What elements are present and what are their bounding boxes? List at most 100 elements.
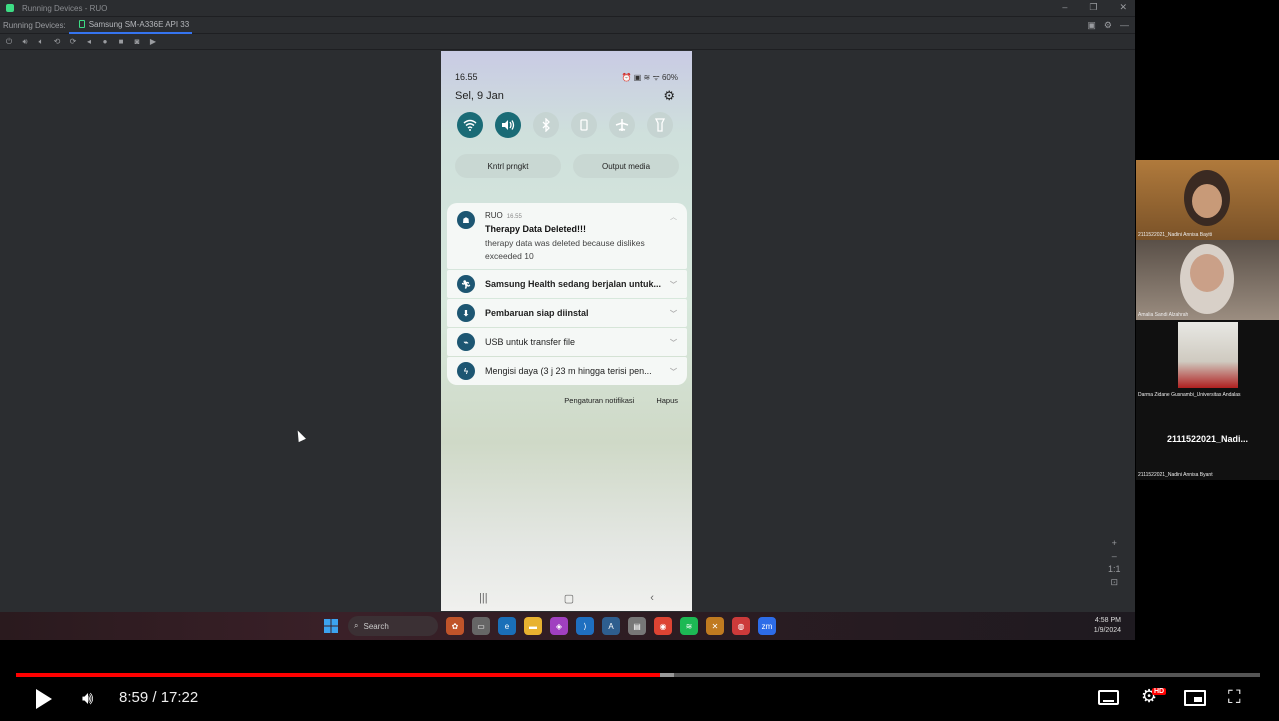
taskbar-search[interactable]: ⌕ Search: [348, 616, 438, 636]
zoom-icon[interactable]: zm: [758, 617, 776, 635]
back-icon[interactable]: ‹: [650, 592, 654, 605]
exit-fullscreen-icon[interactable]: ⛶: [1228, 687, 1241, 708]
store-icon[interactable]: ▤: [628, 617, 646, 635]
participant-tile[interactable]: 2111522021_Nadini Annisa Bayiti: [1136, 160, 1279, 240]
overview-icon[interactable]: ■: [116, 37, 126, 46]
record-icon[interactable]: ▶: [148, 37, 158, 46]
window-controls: – ❐ ✕: [1062, 2, 1127, 13]
flashlight-icon[interactable]: [647, 112, 673, 138]
expand-icon[interactable]: ﹀: [670, 338, 677, 348]
clock-date: 1/9/2024: [1093, 627, 1121, 634]
xampp-icon[interactable]: ✕: [706, 617, 724, 635]
hd-badge: HD: [1152, 688, 1167, 695]
player-controls: 🔊︎ 8:59 / 17:22 ⚙ HD ⛶: [0, 684, 1279, 714]
emulator-toolbar: ⏻ 🔊︎ 🔈︎ ⟲ ⟳ ◂ ● ■ ◙ ▶: [0, 34, 1135, 50]
vscode-icon[interactable]: ⟩: [576, 617, 594, 635]
clock-time: 4:58 PM: [1094, 617, 1121, 624]
file-explorer-icon[interactable]: ▬: [524, 617, 542, 635]
search-icon: ⌕: [354, 621, 359, 630]
volume-down-icon[interactable]: 🔈︎: [36, 37, 46, 47]
device-control-button[interactable]: Kntrl prngkt: [455, 154, 561, 178]
rotate-left-icon[interactable]: ⟲: [52, 37, 62, 46]
zoom-controls: + – 1:1 ⊡: [1108, 538, 1121, 588]
gear-icon[interactable]: ⚙: [1104, 20, 1112, 31]
miniplayer-button[interactable]: [1184, 690, 1206, 706]
play-button[interactable]: [36, 689, 52, 709]
android-studio-taskbar-icon[interactable]: A: [602, 617, 620, 635]
notification-text: Mengisi daya (3 j 23 m hingga terisi pen…: [485, 366, 652, 376]
rotate-right-icon[interactable]: ⟳: [68, 37, 78, 46]
participant-tile[interactable]: Darma Zidane Gusnambi_Universitas Andala…: [1136, 320, 1279, 400]
notification-charging[interactable]: ϟ Mengisi daya (3 j 23 m hingga terisi p…: [447, 357, 687, 385]
layout-icon[interactable]: ▣: [1087, 20, 1096, 31]
status-time: 16.55: [455, 72, 478, 82]
edge-icon[interactable]: e: [498, 617, 516, 635]
app-icon[interactable]: ◈: [550, 617, 568, 635]
progress-bar[interactable]: [16, 673, 1260, 677]
home-icon[interactable]: ●: [100, 37, 110, 46]
restore-icon[interactable]: ❐: [1089, 2, 1097, 13]
zoom-ratio[interactable]: 1:1: [1108, 564, 1121, 574]
screenshot-icon[interactable]: ◙: [132, 37, 142, 46]
participant-tile[interactable]: Amalia Sandi Alzahrah: [1136, 240, 1279, 320]
task-view-icon[interactable]: ▭: [472, 617, 490, 635]
home-icon[interactable]: ▢: [564, 592, 574, 605]
zoom-in-icon[interactable]: +: [1112, 538, 1117, 548]
quick-settings: [457, 112, 673, 138]
notification-actions: Pengaturan notifikasi Hapus: [564, 396, 678, 405]
clear-button[interactable]: Hapus: [656, 396, 678, 405]
notification-settings-button[interactable]: Pengaturan notifikasi: [564, 396, 634, 405]
notification-text: USB untuk transfer file: [485, 337, 576, 347]
participant-panel: 2111522021_Nadini Annisa Bayiti Amalia S…: [1136, 160, 1279, 480]
taskbar-clock[interactable]: 4:58 PM 1/9/2024: [1094, 616, 1121, 636]
rotate-icon[interactable]: [571, 112, 597, 138]
participant-name: Darma Zidane Gusnambi_Universitas Andala…: [1138, 392, 1241, 398]
chrome-icon[interactable]: ◉: [654, 617, 672, 635]
notification-ruo[interactable]: ☗ ︿ RUO 16.55 Therapy Data Deleted!!! the…: [447, 203, 687, 269]
notification-text: Samsung Health sedang berjalan untuk...: [485, 279, 662, 289]
subtitles-button[interactable]: [1098, 690, 1119, 705]
hide-icon[interactable]: —: [1120, 20, 1129, 31]
running-devices-label: Running Devices:: [0, 17, 69, 34]
volume-up-icon[interactable]: 🔊︎: [20, 37, 30, 47]
notification-app-name: RUO: [485, 211, 503, 220]
collapse-icon[interactable]: ︿: [670, 212, 677, 222]
charging-icon: ϟ: [457, 362, 475, 380]
status-icons: ⏰ ▣ ≋ ᯤ 60%: [621, 73, 678, 82]
wifi-icon[interactable]: [457, 112, 483, 138]
chrome-profile-icon[interactable]: ◍: [732, 617, 750, 635]
windows-start-icon[interactable]: [322, 617, 340, 635]
participant-name: Amalia Sandi Alzahrah: [1138, 312, 1189, 318]
taskbar-apps: ⌕ Search ✿ ▭ e ▬ ◈ ⟩ A ▤ ◉ ≋ ✕ ◍ zm: [322, 616, 776, 636]
expand-icon[interactable]: ﹀: [670, 309, 677, 319]
volume-icon[interactable]: 🔊︎: [82, 688, 93, 709]
close-icon[interactable]: ✕: [1119, 2, 1127, 13]
zoom-fit-icon[interactable]: ⊡: [1110, 577, 1118, 588]
back-icon[interactable]: ◂: [84, 37, 94, 46]
power-icon[interactable]: ⏻: [4, 37, 14, 47]
sound-icon[interactable]: [495, 112, 521, 138]
notification-update[interactable]: ⬇ Pembaruan siap diinstal ﹀: [447, 299, 687, 327]
phone-navbar: ||| ▢ ‹: [441, 592, 692, 605]
spotify-icon[interactable]: ≋: [680, 617, 698, 635]
expand-icon[interactable]: ﹀: [670, 280, 677, 290]
notification-usb[interactable]: ⌁ USB untuk transfer file ﹀: [447, 328, 687, 356]
participant-video: [1178, 322, 1238, 388]
mouse-cursor: [294, 428, 306, 443]
notification-body: therapy data was deleted because dislike…: [485, 238, 645, 261]
notification-samsung-health[interactable]: 🏃︎ Samsung Health sedang berjalan untuk.…: [447, 270, 687, 298]
minimize-icon[interactable]: –: [1062, 2, 1067, 13]
tab-actions: ▣ ⚙ —: [1087, 20, 1129, 31]
zoom-out-icon[interactable]: –: [1112, 551, 1117, 561]
settings-icon[interactable]: ⚙: [663, 88, 675, 104]
search-placeholder: Search: [363, 621, 389, 631]
tab-device[interactable]: Samsung SM-A336E API 33: [68, 17, 193, 34]
airplane-icon[interactable]: [609, 112, 635, 138]
participant-tile[interactable]: 2111522021_Nadi... 2111522021_Nadini Ann…: [1136, 400, 1279, 480]
widgets-icon[interactable]: ✿: [446, 617, 464, 635]
media-output-button[interactable]: Output media: [573, 154, 679, 178]
bluetooth-icon[interactable]: [533, 112, 559, 138]
running-devices-text: Running Devices:: [3, 20, 66, 30]
recents-icon[interactable]: |||: [479, 592, 488, 605]
expand-icon[interactable]: ﹀: [670, 367, 677, 377]
